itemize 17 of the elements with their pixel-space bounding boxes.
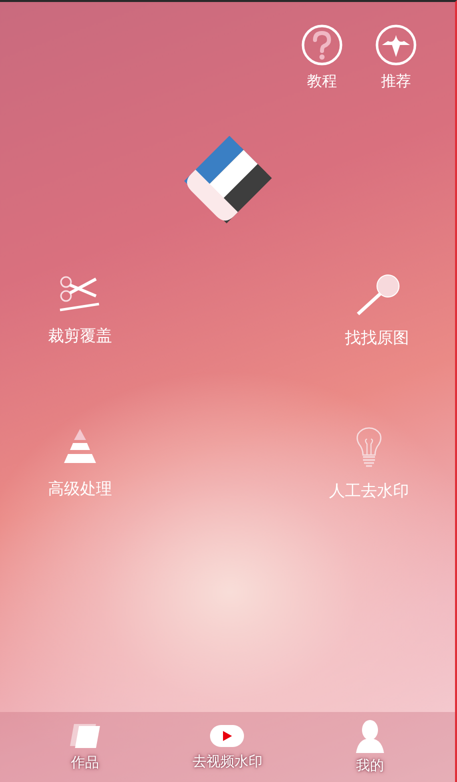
scissors-icon <box>58 274 102 314</box>
feature-button[interactable]: 裁剪覆盖 <box>48 274 112 349</box>
feature-button[interactable]: 高级处理 <box>48 427 112 502</box>
user-icon <box>354 719 385 753</box>
nav-tab[interactable]: 我的 <box>314 719 425 775</box>
eraser-logo-icon <box>182 136 272 226</box>
help-icon <box>301 24 343 66</box>
nav-tab[interactable]: 去视频水印 <box>172 723 282 771</box>
recommend-button[interactable]: 推荐 <box>375 24 417 91</box>
feature-button[interactable]: 人工去水印 <box>329 427 409 502</box>
help-button[interactable]: 教程 <box>301 24 343 91</box>
feature-button[interactable]: 找找原图 <box>345 274 409 349</box>
lightbulb-icon <box>354 427 384 469</box>
card-icon <box>68 722 102 750</box>
emblem-icon <box>375 24 417 66</box>
play-icon <box>209 723 246 749</box>
nav-tab[interactable]: 作品 <box>30 722 140 772</box>
